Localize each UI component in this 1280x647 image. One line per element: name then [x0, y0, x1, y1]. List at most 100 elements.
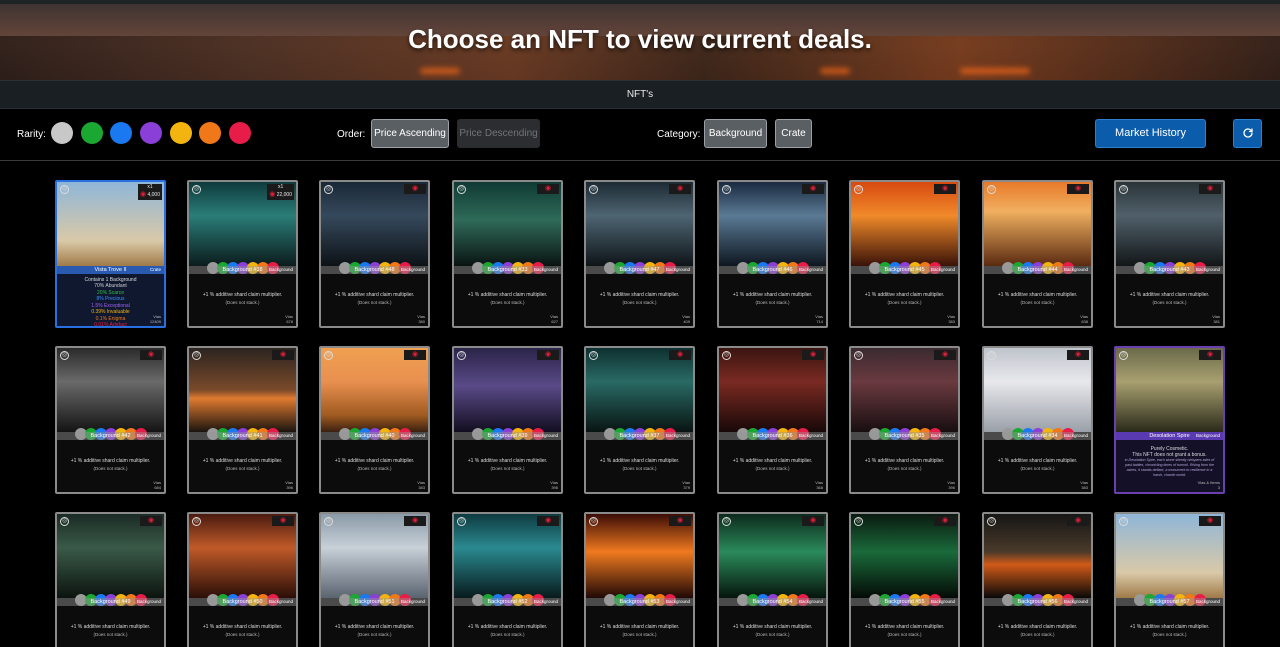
nft-card[interactable]: ◎ ◉ Background #35 Background +1 % additive …: [849, 346, 960, 494]
nft-card[interactable]: ◎ ◉ Background #47 Background +1 % additive …: [584, 180, 695, 328]
nft-card[interactable]: ◎ ◉ Background #40 Background +1 % additive …: [319, 346, 430, 494]
nft-card[interactable]: ◎ ◉ Background #43 Background +1 % additive …: [1114, 180, 1225, 328]
bonus-text: +1 % additive shard claim multiplier.: [732, 458, 813, 464]
nft-artwork: [1116, 514, 1223, 598]
nft-card[interactable]: ◎ ◉ Background #42 Background +1 % additive …: [55, 346, 166, 494]
refresh-button[interactable]: [1233, 119, 1262, 148]
nft-card[interactable]: ◎ ◉ Background #41 Background +1 % additive …: [187, 346, 298, 494]
nft-name-bar: Background #43 Background: [1116, 266, 1223, 274]
nft-name-bar: Background #35 Background: [851, 432, 958, 440]
nft-name: Background #48: [354, 267, 395, 273]
order-label: Order:: [337, 129, 366, 140]
nft-name: Background #57: [1149, 599, 1190, 605]
nft-description: +1 % additive shard claim multiplier. (Do…: [719, 440, 826, 492]
price-text: ◉ 4,000: [139, 191, 160, 198]
rarity-enigma-toggle[interactable]: [199, 122, 221, 144]
nft-card[interactable]: ◎ ◉ Background #54 Background +1 % additive …: [717, 512, 828, 647]
nft-card[interactable]: ◎ ◉ Background #51 Background +1 % additive …: [319, 512, 430, 647]
nft-card[interactable]: ◎ ◉ Background #36 Background +1 % additive …: [717, 346, 828, 494]
category-crate-button[interactable]: Crate: [775, 119, 812, 148]
price-badge: ◉: [1067, 350, 1089, 360]
shard-icon: ◎: [324, 185, 333, 194]
bonus-text: +1 % additive shard claim multiplier.: [334, 624, 415, 630]
bonus-text: +1 % additive shard claim multiplier.: [334, 458, 415, 464]
token-icon: ◉: [411, 185, 419, 192]
rarity-invaluable-toggle[interactable]: [170, 122, 192, 144]
token-icon: ◉: [411, 517, 419, 524]
nft-name: Background #56: [1017, 599, 1058, 605]
nft-name-bar: Background #40 Background: [321, 432, 428, 440]
nft-card[interactable]: ◎ ◉ Background #49 Background +1 % additive …: [55, 512, 166, 647]
nft-card[interactable]: ◎ ◉ Background #52 Background +1 % additive …: [452, 512, 563, 647]
rarity-artefact-toggle[interactable]: [229, 122, 251, 144]
nft-artwork: [586, 514, 693, 598]
bonus-text: +1 % additive shard claim multiplier.: [202, 458, 283, 464]
rarity-scarce-toggle[interactable]: [81, 122, 103, 144]
nft-artwork: [851, 514, 958, 598]
nft-artwork: [189, 514, 296, 598]
stack-note: (Does not stack.): [490, 466, 525, 471]
nft-card[interactable]: ◎ ◉ Background #34 Background +1 % additive …: [982, 346, 1093, 494]
price-badge: ◉: [272, 516, 294, 526]
rarity-precious-toggle[interactable]: [110, 122, 132, 144]
shard-icon: ◎: [324, 517, 333, 526]
nft-artwork: [851, 348, 958, 432]
bonus-text: +1 % additive shard claim multiplier.: [864, 292, 945, 298]
nft-footer: Vias 678: [285, 314, 293, 324]
nft-artwork: [1116, 348, 1223, 432]
stack-note: (Does not stack.): [622, 300, 657, 305]
shard-icon: ◎: [987, 185, 996, 194]
nft-card[interactable]: ◎ ◉ Background #45 Background +1 % additive …: [849, 180, 960, 328]
nft-name: Background #36: [752, 433, 793, 439]
hero-banner: Choose an NFT to view current deals.: [0, 0, 1280, 80]
token-icon: ◉: [411, 351, 419, 358]
token-icon: ◉: [809, 185, 817, 192]
nft-card-crate[interactable]: ◎ x1 ◉ 4,000 Vista Trove II Crate Contains 1 …: [55, 180, 166, 328]
nft-name-bar: Background #47 Background: [586, 266, 693, 274]
nft-category: Background: [930, 433, 955, 438]
nft-card[interactable]: ◎ ◉ Desolation Spire Background Purely Cosme…: [1114, 346, 1225, 494]
nft-category: Background: [400, 599, 425, 604]
nft-card[interactable]: ◎ ◉ Background #46 Background +1 % additive …: [717, 180, 828, 328]
shard-icon: ◎: [457, 517, 466, 526]
nft-category: Background: [1195, 433, 1220, 438]
nft-card[interactable]: ◎ ◉ Background #55 Background +1 % additive …: [849, 512, 960, 647]
price-descending-button[interactable]: Price Descending: [457, 119, 540, 148]
nft-card[interactable]: ◎ ◉ Background #37 Background +1 % additive …: [584, 346, 695, 494]
price-badge: ◉: [404, 350, 426, 360]
nft-category: Background: [930, 267, 955, 272]
nft-card[interactable]: ◎ ◉ Background #33 Background +1 % additive …: [452, 180, 563, 328]
market-history-button[interactable]: Market History: [1095, 119, 1206, 148]
nft-name: Background #42: [90, 433, 131, 439]
bonus-text: +1 % additive shard claim multiplier.: [202, 292, 283, 298]
stack-note: (Does not stack.): [490, 632, 525, 637]
nft-description: +1 % additive shard claim multiplier. (Do…: [321, 440, 428, 492]
nft-card[interactable]: ◎ ◉ Background #50 Background +1 % additive …: [187, 512, 298, 647]
stack-note: (Does not stack.): [93, 632, 128, 637]
nft-category: Background: [1063, 433, 1088, 438]
nft-artwork: [57, 514, 164, 598]
nft-category: Background: [268, 433, 293, 438]
nft-card[interactable]: ◎ ◉ Background #56 Background +1 % additive …: [982, 512, 1093, 647]
rarity-abundant-toggle[interactable]: [51, 122, 73, 144]
price-badge: ◉: [1199, 516, 1221, 526]
nft-name-bar: Background #56 Background: [984, 598, 1091, 606]
price-badge: x1 ◉ 4,000: [137, 184, 162, 200]
price-ascending-button[interactable]: Price Ascending: [371, 119, 449, 148]
nft-footer: Vias 380: [417, 314, 425, 324]
stack-note: (Does not stack.): [225, 300, 260, 305]
tab-nfts[interactable]: NFT's: [0, 80, 1280, 109]
nft-card[interactable]: ◎ x1 ◉ 22,000 Background #38 Background +1 % …: [187, 180, 298, 328]
nft-name: Background #43: [1149, 267, 1190, 273]
rarity-exceptional-toggle[interactable]: [140, 122, 162, 144]
category-background-button[interactable]: Background: [704, 119, 767, 148]
nft-description: +1 % additive shard claim multiplier. (Do…: [189, 274, 296, 326]
price-text: ◉ 22,000: [269, 191, 292, 198]
nft-card[interactable]: ◎ ◉ Background #39 Background +1 % additive …: [452, 346, 563, 494]
nft-card[interactable]: ◎ ◉ Background #48 Background +1 % additive …: [319, 180, 430, 328]
nft-card[interactable]: ◎ ◉ Background #57 Background +1 % additive …: [1114, 512, 1225, 647]
nft-card[interactable]: ◎ ◉ Background #44 Background +1 % additive …: [982, 180, 1093, 328]
lore-text: in Desolation Spire, each stone silently…: [1124, 458, 1215, 477]
nft-card[interactable]: ◎ ◉ Background #53 Background +1 % additive …: [584, 512, 695, 647]
nft-description: +1 % additive shard claim multiplier. (Do…: [57, 440, 164, 492]
